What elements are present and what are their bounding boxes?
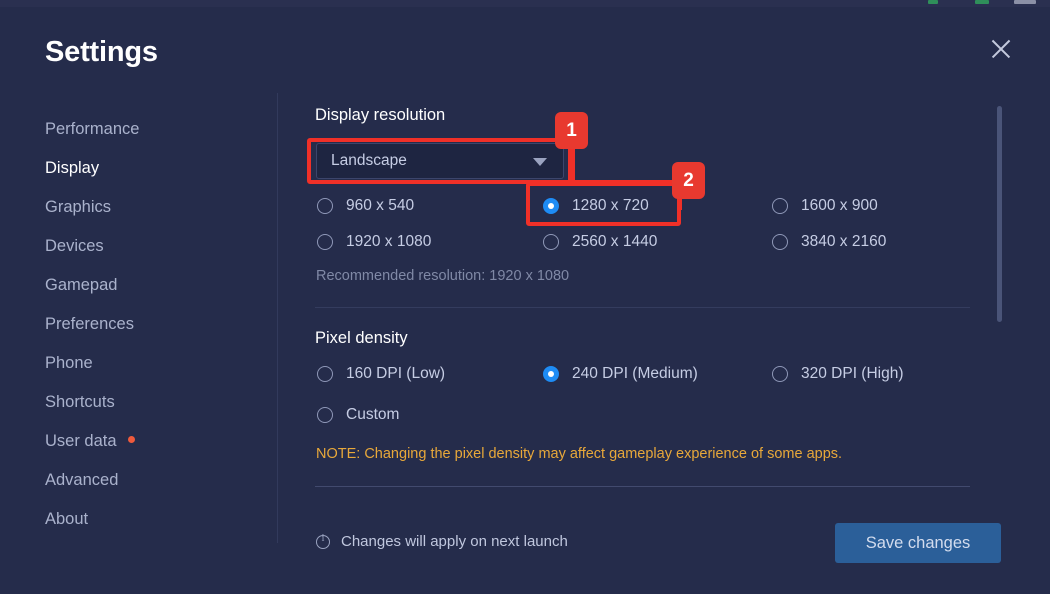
resolution-label: 2560 x 1440 — [572, 233, 658, 250]
resolution-label: 960 x 540 — [346, 197, 415, 214]
annotation-badge-1: 1 — [555, 112, 588, 149]
sidebar-item-user-data[interactable]: User data — [45, 422, 265, 461]
section-divider-2 — [315, 486, 970, 487]
settings-sidebar: Settings Performance Display Graphics Devic… — [0, 0, 277, 594]
sidebar-item-phone[interactable]: Phone — [45, 344, 265, 383]
dpi-option-label: 320 DPI (High) — [801, 365, 904, 382]
dpi-option-custom[interactable]: Custom — [317, 406, 399, 424]
dpi-option-label: 240 DPI (Medium) — [572, 365, 698, 382]
radio-icon — [543, 366, 559, 382]
annotation-connector-1b — [568, 180, 688, 185]
sidebar-nav: Performance Display Graphics Devices Gamepad… — [45, 110, 265, 539]
radio-icon — [317, 407, 333, 423]
scrollbar-thumb[interactable] — [997, 106, 1002, 322]
sidebar-item-graphics[interactable]: Graphics — [45, 188, 265, 227]
sidebar-item-label: Gamepad — [45, 276, 118, 294]
sidebar-item-label: Shortcuts — [45, 393, 115, 411]
radio-icon — [317, 234, 333, 250]
annotation-badge-2-number: 2 — [683, 169, 694, 191]
resolution-960x540[interactable]: 960 x 540 — [317, 197, 414, 215]
settings-dialog: Settings Performance Display Graphics Devic… — [0, 0, 1050, 594]
radio-icon — [772, 198, 788, 214]
annotation-highlight-1 — [307, 138, 575, 184]
resolution-1600x900[interactable]: 1600 x 900 — [772, 197, 878, 215]
resolution-label: 3840 x 2160 — [801, 233, 887, 250]
save-changes-button[interactable]: Save changes — [835, 523, 1001, 563]
sidebar-item-label: Devices — [45, 237, 104, 255]
radio-icon — [543, 234, 559, 250]
dpi-option-label: Custom — [346, 406, 400, 423]
dpi-option-label: 160 DPI (Low) — [346, 365, 446, 382]
chrome-chip-3 — [1014, 0, 1036, 4]
changes-notice: Changes will apply on next launch — [316, 533, 568, 550]
resolution-label: 1920 x 1080 — [346, 233, 432, 250]
pixel-density-heading: Pixel density — [315, 329, 408, 347]
resolution-label: 1600 x 900 — [801, 197, 878, 214]
annotation-badge-2: 2 — [672, 162, 705, 199]
sidebar-item-label: Performance — [45, 120, 140, 138]
dpi-option-240-dpi-medium[interactable]: 240 DPI (Medium) — [543, 365, 698, 383]
sidebar-item-gamepad[interactable]: Gamepad — [45, 266, 265, 305]
sidebar-item-preferences[interactable]: Preferences — [45, 305, 265, 344]
sidebar-item-label: Phone — [45, 354, 93, 372]
sidebar-item-label: About — [45, 510, 89, 528]
resolution-2560x1440[interactable]: 2560 x 1440 — [543, 233, 657, 251]
sidebar-item-shortcuts[interactable]: Shortcuts — [45, 383, 265, 422]
sidebar-item-label: Display — [45, 159, 100, 177]
pixel-density-note: NOTE: Changing the pixel density may aff… — [316, 446, 843, 462]
recommended-resolution-text: Recommended resolution: 1920 x 1080 — [316, 268, 570, 284]
annotation-badge-1-number: 1 — [566, 119, 577, 141]
info-icon — [316, 533, 330, 549]
sidebar-item-display[interactable]: Display — [45, 149, 265, 188]
section-divider-1 — [315, 307, 970, 308]
radio-icon — [317, 198, 333, 214]
sidebar-item-label: Graphics — [45, 198, 112, 216]
notification-dot-icon — [127, 436, 135, 443]
sidebar-item-performance[interactable]: Performance — [45, 110, 265, 149]
resolution-3840x2160[interactable]: 3840 x 2160 — [772, 233, 886, 251]
annotation-highlight-2 — [526, 182, 681, 226]
radio-icon — [772, 234, 788, 250]
radio-icon — [317, 366, 333, 382]
sidebar-item-label: Advanced — [45, 471, 119, 489]
radio-icon — [772, 366, 788, 382]
sidebar-item-about[interactable]: About — [45, 500, 265, 539]
changes-notice-text: Changes will apply on next launch — [341, 533, 568, 550]
dpi-option-160-dpi-low[interactable]: 160 DPI (Low) — [317, 365, 445, 383]
dpi-option-320-dpi-high[interactable]: 320 DPI (High) — [772, 365, 904, 383]
sidebar-item-label: User data — [45, 432, 117, 450]
sidebar-item-label: Preferences — [45, 315, 134, 333]
settings-main-panel: Display resolution Landscape 960 x 540 12… — [315, 0, 1005, 594]
display-resolution-heading: Display resolution — [315, 106, 446, 124]
sidebar-item-advanced[interactable]: Advanced — [45, 461, 265, 500]
sidebar-divider — [277, 93, 278, 543]
page-title: Settings — [45, 36, 158, 68]
resolution-1920x1080[interactable]: 1920 x 1080 — [317, 233, 431, 251]
sidebar-item-devices[interactable]: Devices — [45, 227, 265, 266]
